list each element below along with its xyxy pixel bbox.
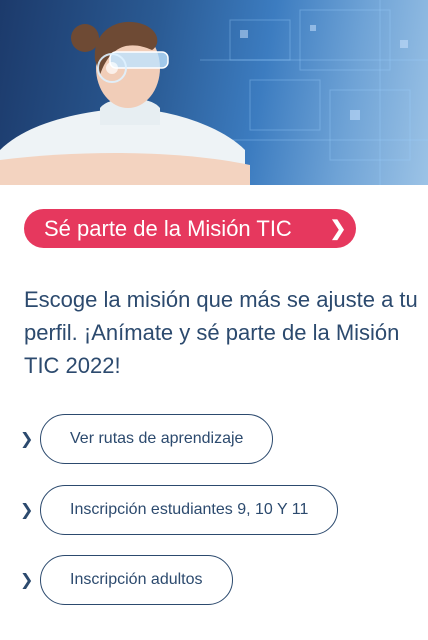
- link-row-estudiantes: ❯ Inscripción estudiantes 9, 10 Y 11: [20, 483, 339, 537]
- chevron-right-icon: ❯: [20, 572, 34, 589]
- chevron-right-icon: ❯: [20, 502, 34, 519]
- intro-text: Escoge la misión que más se ajuste a tu …: [24, 287, 418, 378]
- link-row-adultos: ❯ Inscripción adultos: [20, 553, 233, 607]
- mision-tic-button-label: Sé parte de la Misión TIC: [44, 215, 292, 241]
- hero-image: [0, 0, 428, 185]
- mision-tic-button[interactable]: Sé parte de la Misión TIC ❯: [24, 209, 356, 248]
- ver-rutas-button[interactable]: Ver rutas de aprendizaje: [40, 414, 274, 464]
- chevron-right-icon: ❯: [20, 431, 34, 448]
- inscripcion-estudiantes-button[interactable]: Inscripción estudiantes 9, 10 Y 11: [40, 485, 339, 535]
- hero-banner: [0, 0, 428, 185]
- link-row-rutas: ❯ Ver rutas de aprendizaje: [20, 412, 274, 466]
- inscripcion-adultos-button[interactable]: Inscripción adultos: [40, 555, 233, 605]
- chevron-right-icon: ❯: [329, 218, 347, 240]
